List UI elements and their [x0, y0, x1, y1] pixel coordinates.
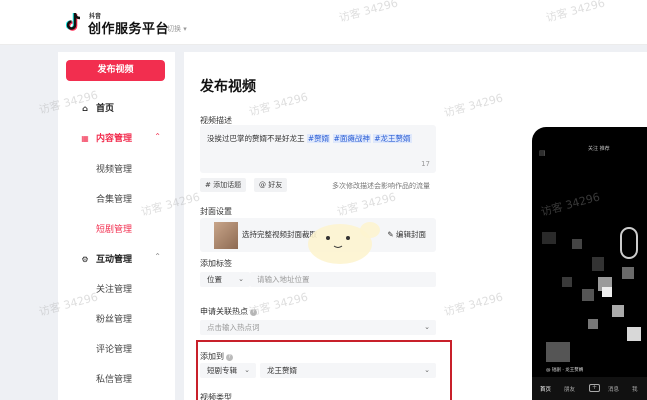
drama-album-select[interactable]: 龙王赘婿 ⌄ [260, 363, 436, 378]
add-to-type-select[interactable]: 短剧专辑 ⌄ [200, 363, 256, 378]
mascot-illustration [308, 222, 380, 264]
chevron-down-icon: ⌄ [244, 366, 250, 374]
edit-cover-label: 编辑封面 [396, 230, 426, 239]
sidebar-item-comment-manage[interactable]: 评论管理 [96, 342, 132, 355]
account-switcher[interactable]: 切换 ▾ [167, 24, 187, 34]
location-placeholder: 请输入地址位置 [257, 275, 310, 284]
chevron-down-icon: ⌄ [238, 275, 244, 283]
douyin-logo-icon[interactable] [66, 11, 84, 33]
grid-icon: ▦ [81, 134, 89, 143]
sidebar-item-collection-manage[interactable]: 合集管理 [96, 192, 132, 205]
platform-name[interactable]: 创作服务平台 [88, 18, 169, 37]
cover-label: 封面设置 [200, 207, 232, 216]
sidebar-item-message-manage[interactable]: 私信管理 [96, 372, 132, 385]
cover-thumbnail[interactable] [214, 222, 238, 249]
chevron-up-icon[interactable]: ⌃ [154, 132, 161, 141]
page-title: 发布视频 [200, 79, 256, 95]
mosaic-block [572, 239, 582, 249]
drama-album-value: 龙王赘婿 [267, 366, 297, 375]
sidebar-item-label: 内容管理 [96, 134, 133, 144]
mosaic-block [602, 287, 612, 297]
hashtag[interactable]: #赘婿 [306, 134, 331, 143]
sidebar-item-label: 首页 [96, 104, 115, 114]
phone-preview: ▤ 关注 推荐 @ 短剧 · 龙王赘婿 首页 朋友 + 消息 我 [532, 127, 647, 400]
chevron-down-icon: ⌄ [424, 323, 430, 331]
sidebar-item-follow-manage[interactable]: 关注管理 [96, 282, 132, 295]
location-type-value: 位置 [207, 275, 222, 284]
tags-label: 添加标签 [200, 259, 232, 268]
sidebar-item-content[interactable]: ▦ 内容管理 [80, 131, 132, 144]
mosaic-block [592, 257, 604, 271]
phone-nav-me: 我 [632, 387, 638, 393]
phone-nav-messages: 消息 [608, 387, 620, 393]
location-input[interactable]: 请输入地址位置 [250, 272, 436, 287]
description-body: 没挨过巴掌的赘婿不是好龙王 [207, 134, 305, 143]
publish-video-button[interactable]: 发布视频 [66, 60, 165, 81]
mosaic-block [562, 277, 572, 287]
char-count: 17 [421, 160, 430, 168]
video-type-label: 视频类型 [200, 393, 232, 400]
hashtag[interactable]: #面瘫战神 [332, 134, 371, 143]
mosaic-block [546, 342, 570, 362]
microphone-icon [620, 227, 638, 259]
phone-nav-home: 首页 [540, 387, 552, 393]
hotspot-select[interactable]: 点击输入热点词 ⌄ [200, 320, 436, 335]
mosaic-block [542, 232, 556, 244]
add-to-label-text: 添加到 [200, 352, 224, 361]
description-hint: 多次修改描述会影响作品的流量 [332, 182, 430, 190]
plus-icon: + [589, 384, 600, 392]
interaction-icon: ⚙ [81, 255, 89, 264]
mention-friend-button[interactable]: @ 好友 [254, 178, 288, 192]
mosaic-block [627, 327, 641, 341]
add-topic-button[interactable]: # 添加话题 [200, 178, 247, 192]
add-to-type-value: 短剧专辑 [207, 366, 237, 375]
add-to-label: 添加到? [200, 351, 233, 362]
phone-bottom-nav: 首页 朋友 + 消息 我 [532, 377, 647, 400]
chevron-up-icon[interactable]: ⌃ [154, 252, 161, 261]
hotspot-placeholder: 点击输入热点词 [207, 323, 260, 332]
phone-nav-friends: 朋友 [564, 387, 576, 393]
mosaic-block [582, 289, 594, 301]
hotspot-label-text: 申请关联热点 [200, 307, 248, 316]
menu-icon: ▤ [539, 149, 546, 157]
hashtag[interactable]: #龙王赘婿 [373, 134, 412, 143]
edit-cover-button[interactable]: ✎ 编辑封面 [387, 229, 426, 240]
mosaic-block [588, 319, 598, 329]
video-caption: @ 短剧 · 龙王赘婿 [546, 368, 584, 373]
mosaic-block [622, 267, 634, 279]
description-textarea[interactable]: 没挨过巴掌的赘婿不是好龙王 #赘婿 #面瘫战神 #龙王赘婿 17 [200, 125, 436, 173]
sidebar-item-label: 互动管理 [96, 255, 133, 265]
sidebar-item-video-manage[interactable]: 视频管理 [96, 162, 132, 175]
chevron-down-icon: ⌄ [424, 366, 430, 374]
sidebar-item-fans-manage[interactable]: 粉丝管理 [96, 312, 132, 325]
description-text: 没挨过巴掌的赘婿不是好龙王 #赘婿 #面瘫战神 #龙王赘婿 [207, 133, 412, 144]
mosaic-block [612, 305, 624, 317]
sidebar-item-short-drama-manage[interactable]: 短剧管理 [96, 222, 132, 235]
help-icon[interactable]: ? [226, 354, 233, 361]
sidebar-item-interact[interactable]: ⚙ 互动管理 [80, 252, 132, 265]
phone-top-tabs: 关注 推荐 [588, 146, 610, 152]
location-type-select[interactable]: 位置 ⌄ [200, 272, 250, 287]
